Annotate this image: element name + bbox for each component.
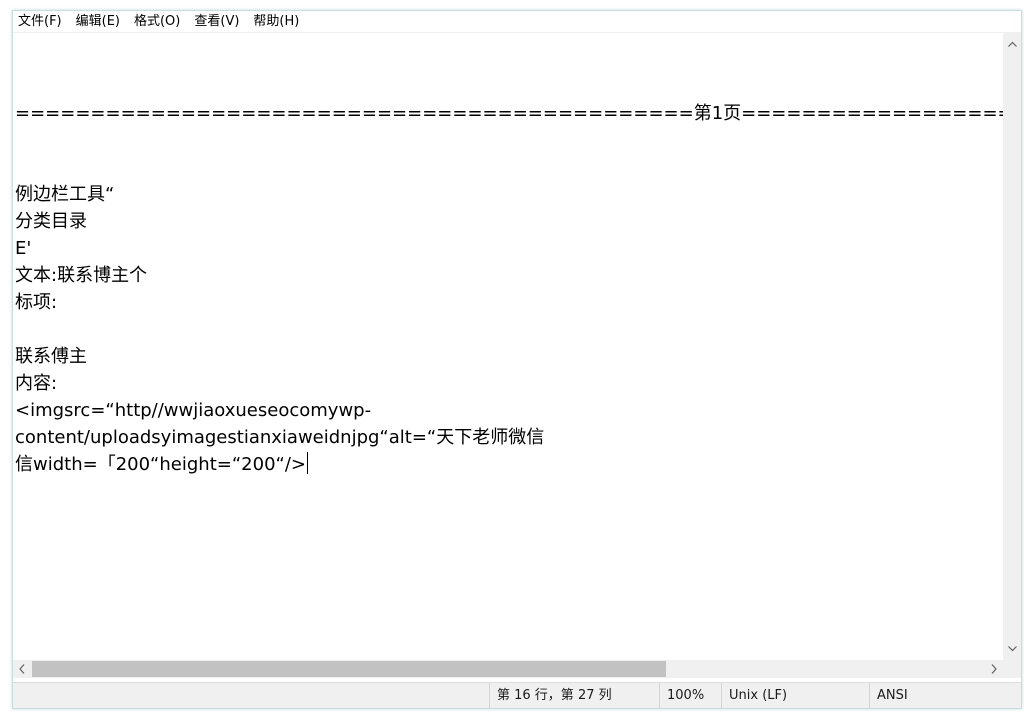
editor-line: 分类目录 <box>15 211 87 232</box>
editor-line: 文本:联系博主个 <box>15 265 148 286</box>
text-encoding: ANSI <box>869 683 1021 708</box>
status-bar: 第 16 行，第 27 列 100% Unix (LF) ANSI <box>13 682 1021 708</box>
zoom-level: 100% <box>659 683 721 708</box>
scroll-down-button[interactable] <box>1003 640 1021 658</box>
text-editor[interactable]: ​​======================================… <box>13 33 1003 660</box>
editor-text[interactable]: ​​======================================… <box>15 46 1003 478</box>
scroll-up-button[interactable] <box>1003 35 1021 53</box>
editor-line: <imgsrc=“http//wwjiaoxueseocomywp- <box>15 400 372 421</box>
editor-line: ​ <box>15 316 1003 343</box>
scrollbar-corner <box>1003 660 1021 678</box>
editor-line: 内容: <box>15 373 58 394</box>
editor-line: ========================================… <box>15 103 1003 124</box>
text-caret <box>307 452 308 474</box>
menu-edit[interactable]: 编辑(E) <box>69 11 127 32</box>
menu-bar: 文件(F) 编辑(E) 格式(O) 查看(V) 帮助(H) <box>13 11 1021 33</box>
editor-line: ​ <box>15 154 1003 181</box>
chevron-left-icon <box>19 664 25 674</box>
horizontal-scrollbar[interactable] <box>13 660 1003 678</box>
chevron-up-icon <box>1007 41 1017 47</box>
notepad-window: 文件(F) 编辑(E) 格式(O) 查看(V) 帮助(H) ​​========… <box>12 10 1022 709</box>
chevron-right-icon <box>991 664 997 674</box>
menu-file[interactable]: 文件(F) <box>13 11 69 32</box>
editor-line-text: 信width=「200“height=“200“/> <box>15 454 306 475</box>
scroll-left-button[interactable] <box>13 660 31 678</box>
line-ending: Unix (LF) <box>721 683 869 708</box>
menu-format[interactable]: 格式(O) <box>127 11 187 32</box>
editor-line: 例边栏工具“ <box>15 184 115 205</box>
editor-line: E' <box>15 238 32 259</box>
vertical-scrollbar[interactable] <box>1003 33 1021 660</box>
editor-line: content/uploadsyimagestianxiaweidnjpg“al… <box>15 427 545 448</box>
menu-help[interactable]: 帮助(H) <box>246 11 306 32</box>
horizontal-scroll-thumb[interactable] <box>32 661 666 677</box>
cursor-position: 第 16 行，第 27 列 <box>489 683 659 708</box>
scroll-right-button[interactable] <box>985 660 1003 678</box>
editor-line-last: 信width=「200“height=“200“/> <box>15 451 1003 478</box>
editor-line: ​ <box>15 73 1003 100</box>
editor-line: ​ <box>15 127 1003 154</box>
editor-line: 标项: <box>15 292 58 313</box>
editor-line: ​ <box>15 46 1003 73</box>
editor-line: 联系傅主 <box>15 346 87 367</box>
menu-view[interactable]: 查看(V) <box>187 11 246 32</box>
chevron-down-icon <box>1007 646 1017 652</box>
